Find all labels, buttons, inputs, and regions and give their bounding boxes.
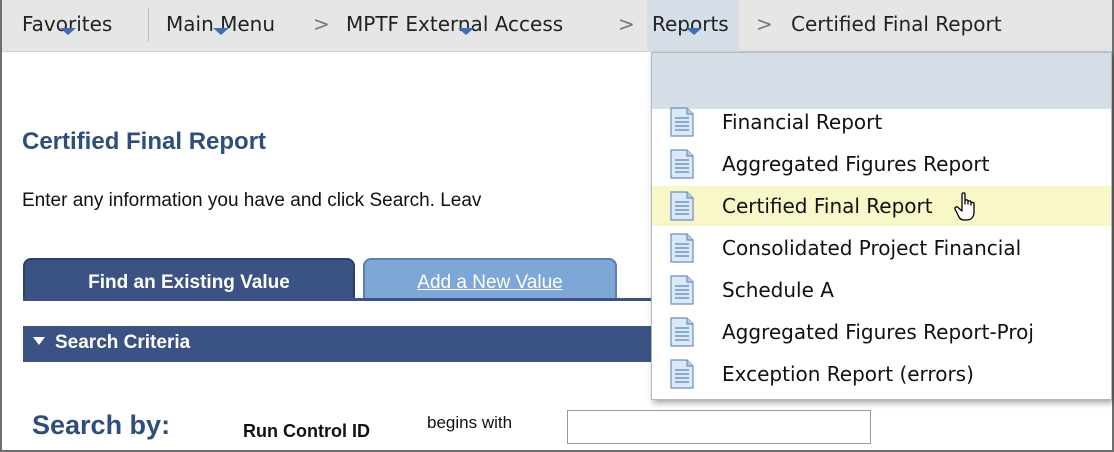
favorites-dropdown-arrow-icon[interactable] [60,28,76,35]
mptf-dropdown-arrow-icon[interactable] [458,28,474,35]
breadcrumb-current-page: Certified Final Report [791,12,1002,48]
dropdown-item-label: Financial Report [722,110,883,134]
run-control-id-label: Run Control ID [243,421,370,441]
search-criteria-label: Search Criteria [55,332,191,353]
document-icon [670,107,694,137]
collapse-triangle-icon [33,336,45,345]
tab-add-label: Add a New Value [417,272,563,293]
breadcrumb-separator-icon: > [618,12,635,36]
document-icon [670,359,694,389]
mptf-external-access-label: MPTF External Access [346,12,564,36]
page-title: Certified Final Report [22,128,267,155]
dropdown-item[interactable]: Exception Report (errors) [652,354,1111,394]
breadcrumb-nav-bar: Favorites Main Menu > MPTF External Acce… [2,0,1112,52]
reports-dropdown-menu: Financial Report Aggregated Figures Repor… [651,52,1112,400]
current-page-label: Certified Final Report [791,12,1002,36]
dropdown-item-label: Aggregated Figures Report-Proj [722,320,1034,344]
search-instructions: Enter any information you have and click… [22,190,482,211]
document-icon [670,191,694,221]
dropdown-item-label: Certified Final Report [722,194,933,218]
dropdown-item[interactable]: Certified Final Report [652,186,1111,226]
dropdown-item-label: Aggregated Figures Report [722,152,990,176]
dropdown-item-label: Consolidated Project Financial [722,236,1022,260]
tab-find-label: Find an Existing Value [88,272,290,293]
tab-find-existing-value[interactable]: Find an Existing Value [23,258,355,300]
dropdown-item[interactable]: Consolidated Project Financial [652,228,1111,268]
dropdown-item-label: Schedule A [722,278,834,302]
tab-add-new-value[interactable]: Add a New Value [363,258,617,300]
breadcrumb-separator-icon: > [756,12,773,36]
main-menu-dropdown-arrow-icon[interactable] [213,28,229,35]
search-by-heading: Search by: [32,410,171,440]
reports-dropdown-arrow-icon[interactable] [686,28,702,35]
tab-underline [23,298,653,301]
dropdown-item[interactable]: Aggregated Figures Report [652,144,1111,184]
document-icon [670,233,694,263]
mptf-external-access-menu[interactable]: MPTF External Access [346,12,563,48]
document-icon [670,275,694,305]
document-icon [670,149,694,179]
dropdown-item[interactable]: Schedule A [652,270,1111,310]
nav-divider [148,8,149,42]
breadcrumb-separator-icon: > [313,12,330,36]
run-control-id-input[interactable] [567,410,871,444]
dropdown-header [652,53,1111,109]
search-criteria-toggle[interactable]: Search Criteria [23,326,653,362]
dropdown-item[interactable]: Aggregated Figures Report-Proj [652,312,1111,352]
dropdown-item-label: Exception Report (errors) [722,362,974,386]
search-operator-label: begins with [427,413,513,432]
document-icon [670,317,694,347]
dropdown-item[interactable]: Financial Report [652,102,1111,142]
hand-pointer-cursor-icon [954,192,975,221]
